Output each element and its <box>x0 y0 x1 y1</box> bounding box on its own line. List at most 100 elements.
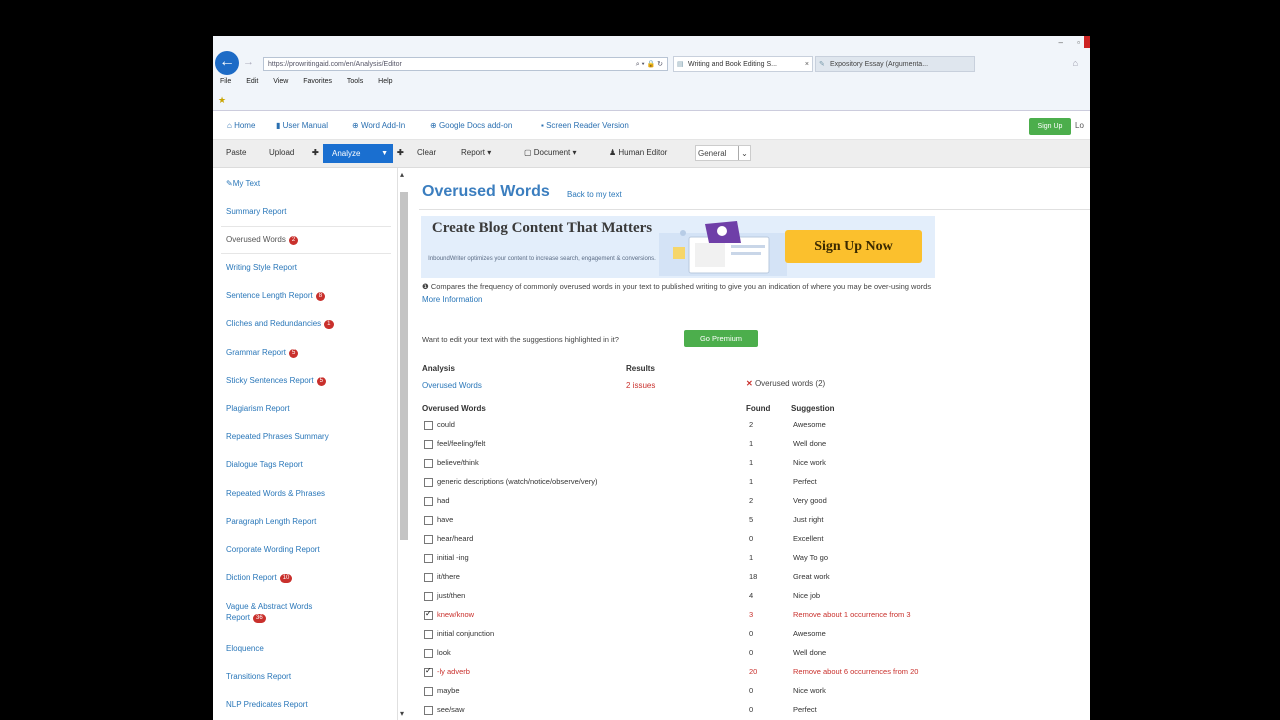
word-checkbox[interactable] <box>424 573 433 582</box>
col-suggestion: Suggestion <box>791 404 835 413</box>
google-icon: ⊕ <box>430 121 439 130</box>
word-checkbox[interactable] <box>424 630 433 639</box>
sidebar-item-dialogue-tags[interactable]: Dialogue Tags Report <box>226 459 303 470</box>
table-row: had 2 Very good <box>411 496 1090 515</box>
nav-screen-reader[interactable]: ▪ Screen Reader Version <box>541 121 629 130</box>
word-checkbox[interactable] <box>424 535 433 544</box>
clear-button[interactable]: Clear <box>417 148 436 157</box>
word-cell: hear/heard <box>437 534 474 543</box>
report-dropdown[interactable]: Report ▾ <box>461 148 491 157</box>
table-row: have 5 Just right <box>411 515 1090 534</box>
more-information-link[interactable]: More Information <box>422 295 482 304</box>
word-icon: ⊕ <box>352 121 361 130</box>
genre-select[interactable]: General ⌄ <box>695 145 751 161</box>
word-checkbox[interactable] <box>424 459 433 468</box>
analyze-button[interactable]: Analyze ▼ <box>323 144 393 163</box>
sidebar-item-cliches[interactable]: Cliches and Redundancies 1 <box>226 318 334 329</box>
scroll-down-icon[interactable]: ▾ <box>400 709 404 718</box>
close-icon[interactable]: × <box>805 57 809 71</box>
sidebar-item-repeated-phrases-summary[interactable]: Repeated Phrases Summary <box>226 431 329 442</box>
word-checkbox[interactable] <box>424 592 433 601</box>
signup-now-button[interactable]: Sign Up Now <box>785 230 922 263</box>
human-editor-button[interactable]: ♟ Human Editor <box>609 148 667 157</box>
sidebar-item-transitions[interactable]: Transitions Report <box>226 671 291 682</box>
signup-button[interactable]: Sign Up <box>1029 118 1071 135</box>
menu-file[interactable]: File <box>220 78 231 85</box>
found-cell: 1 <box>749 458 754 467</box>
word-checkbox[interactable] <box>424 478 433 487</box>
analysis-name-link[interactable]: Overused Words <box>422 381 482 390</box>
home-icon[interactable]: ⌂ <box>1073 58 1078 68</box>
sidebar-item-corporate-wording[interactable]: Corporate Wording Report <box>226 544 320 555</box>
word-checkbox[interactable] <box>424 666 433 677</box>
word-checkbox[interactable] <box>424 706 433 715</box>
scroll-up-icon[interactable]: ▴ <box>400 170 404 179</box>
sidebar-item-sticky-sentences[interactable]: Sticky Sentences Report 5 <box>226 375 326 386</box>
menu-tools[interactable]: Tools <box>347 78 363 85</box>
sidebar-item-repeated-words[interactable]: Repeated Words & Phrases <box>226 488 325 499</box>
word-checkbox[interactable] <box>424 554 433 563</box>
paste-button[interactable]: Paste <box>226 148 246 157</box>
found-cell: 0 <box>749 648 754 657</box>
word-checkbox[interactable] <box>424 497 433 506</box>
word-cell: knew/know <box>437 610 475 619</box>
sidebar-item-eloquence[interactable]: Eloquence <box>226 643 264 654</box>
found-cell: 1 <box>749 553 754 562</box>
tab-writing-editing[interactable]: ▤ Writing and Book Editing S... × <box>673 56 813 72</box>
menu-view[interactable]: View <box>273 78 288 85</box>
login-link[interactable]: Lo <box>1075 121 1084 130</box>
nav-word-addin[interactable]: ⊕ Word Add-In <box>352 121 405 130</box>
nav-home[interactable]: ⌂ Home <box>227 121 255 130</box>
sidebar-item-summary-report[interactable]: Summary Report <box>226 206 286 217</box>
sidebar-item-sentence-length[interactable]: Sentence Length Report 8 <box>226 290 326 301</box>
found-cell: 2 <box>749 496 754 505</box>
sidebar-item-my-text[interactable]: ✎My Text <box>226 178 260 189</box>
found-cell: 2 <box>749 420 754 429</box>
address-bar[interactable]: https://prowritingaid.com/en/Analysis/Ed… <box>263 57 668 71</box>
suggestion-cell: Very good <box>793 496 827 505</box>
word-checkbox[interactable] <box>424 440 433 449</box>
sidebar-item-overused-words[interactable]: Overused Words 2 <box>226 234 299 245</box>
table-row: see/saw 0 Perfect <box>411 705 1090 720</box>
word-checkbox[interactable] <box>424 649 433 658</box>
nav-user-manual[interactable]: ▮ User Manual <box>276 121 328 130</box>
menu-edit[interactable]: Edit <box>246 78 258 85</box>
found-cell: 5 <box>749 515 754 524</box>
menu-help[interactable]: Help <box>378 78 392 85</box>
window-controls[interactable]: – ▫ <box>1058 38 1086 47</box>
sidebar-item-diction[interactable]: Diction Report 10 <box>226 572 293 583</box>
suggestion-cell: Just right <box>793 515 824 524</box>
menu-favorites[interactable]: Favorites <box>303 78 332 85</box>
suggestion-cell: Awesome <box>793 420 826 429</box>
table-row: it/there 18 Great work <box>411 572 1090 591</box>
plus-icon: ✚ <box>397 148 404 157</box>
table-row: hear/heard 0 Excellent <box>411 534 1090 553</box>
scroll-thumb[interactable] <box>400 192 408 540</box>
report-panel: Overused Words Back to my text Create Bl… <box>411 168 1090 720</box>
back-arrow-icon[interactable]: ← <box>215 51 239 75</box>
sidebar-item-paragraph-length[interactable]: Paragraph Length Report <box>226 516 316 527</box>
forward-arrow-icon[interactable]: → <box>243 56 254 68</box>
table-row: maybe 0 Nice work <box>411 686 1090 705</box>
address-tools-icon[interactable]: ⌕ ▾ 🔒 ↻ <box>636 58 663 72</box>
word-checkbox[interactable] <box>424 687 433 696</box>
count-badge: 8 <box>315 292 326 301</box>
ad-banner[interactable]: Create Blog Content That Matters Inbound… <box>421 216 935 278</box>
window-close-button[interactable] <box>1084 36 1090 48</box>
word-checkbox[interactable] <box>424 421 433 430</box>
go-premium-button[interactable]: Go Premium <box>684 330 758 347</box>
nav-google-docs[interactable]: ⊕ Google Docs add-on <box>430 121 512 130</box>
upload-button[interactable]: Upload <box>269 148 294 157</box>
sidebar-item-grammar[interactable]: Grammar Report 5 <box>226 347 299 358</box>
back-to-text-link[interactable]: Back to my text <box>567 190 622 199</box>
sidebar-item-plagiarism[interactable]: Plagiarism Report <box>226 403 290 414</box>
sidebar-scrollbar[interactable]: ▴ ▾ <box>399 168 410 720</box>
word-checkbox[interactable] <box>424 516 433 525</box>
document-dropdown[interactable]: ▢ Document ▾ <box>524 148 577 157</box>
word-checkbox[interactable] <box>424 609 433 620</box>
sidebar-item-writing-style[interactable]: Writing Style Report <box>226 262 297 273</box>
tab-expository-essay[interactable]: ✎ Expository Essay (Argumenta... <box>815 56 975 72</box>
sidebar-item-nlp-predicates[interactable]: NLP Predicates Report <box>226 699 308 710</box>
sidebar-item-vague-words[interactable]: Vague & Abstract Words Report 36 <box>226 601 312 623</box>
favorites-star-icon[interactable]: ★ <box>218 95 226 106</box>
